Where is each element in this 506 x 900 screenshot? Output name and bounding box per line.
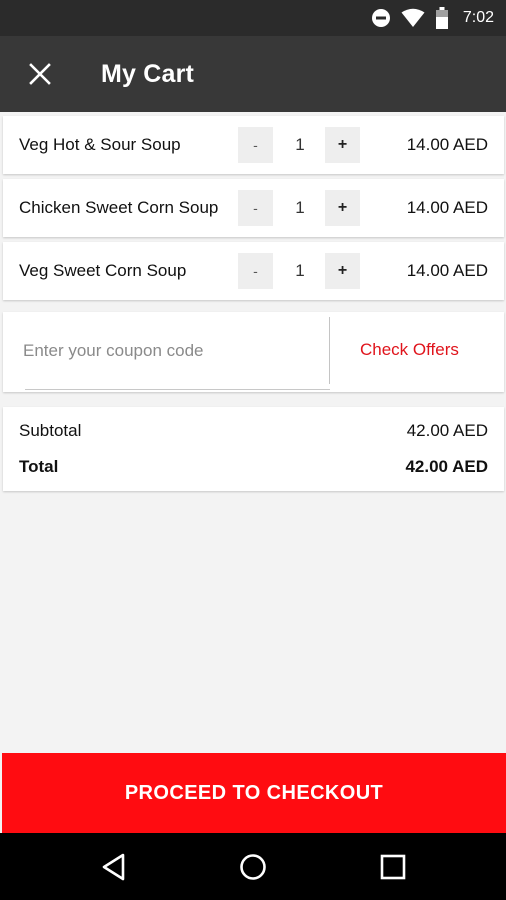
recents-icon — [380, 854, 406, 880]
item-quantity: 1 — [295, 135, 305, 154]
totals-card: Subtotal 42.00 AED Total 42.00 AED — [3, 407, 504, 491]
back-button[interactable] — [94, 847, 134, 887]
do-not-disturb-icon — [371, 8, 391, 28]
decrease-qty-button[interactable]: - — [238, 190, 273, 226]
wifi-icon — [401, 8, 425, 28]
close-button[interactable] — [20, 54, 60, 94]
proceed-to-checkout-button[interactable]: PROCEED TO CHECKOUT — [2, 753, 506, 833]
cart-item-card: Veg Sweet Corn Soup - 1 + 14.00 AED — [3, 242, 504, 300]
decrease-qty-button[interactable]: - — [238, 127, 273, 163]
item-price: 14.00 AED — [406, 261, 488, 280]
battery-icon — [435, 7, 449, 29]
total-value: 42.00 AED — [405, 457, 488, 476]
increase-qty-button[interactable]: + — [325, 190, 360, 226]
cart-item-card: Chicken Sweet Corn Soup - 1 + 14.00 AED — [3, 179, 504, 237]
cart-item-card: Veg Hot & Sour Soup - 1 + 14.00 AED — [3, 116, 504, 174]
item-name: Veg Hot & Sour Soup — [19, 135, 181, 154]
subtotal-value: 42.00 AED — [406, 421, 488, 440]
status-bar: 7:02 — [0, 0, 506, 36]
coupon-input-underline — [25, 389, 330, 390]
item-price: 14.00 AED — [406, 198, 488, 217]
item-quantity: 1 — [295, 261, 305, 280]
cart-item: Chicken Sweet Corn Soup - 1 + 14.00 AED — [3, 179, 504, 237]
cart-item: Veg Hot & Sour Soup - 1 + 14.00 AED — [3, 116, 504, 174]
coupon-divider — [329, 317, 330, 384]
coupon-card: Check Offers — [3, 312, 504, 392]
page-title: My Cart — [101, 59, 195, 88]
subtotal-label: Subtotal — [19, 421, 82, 440]
item-name: Chicken Sweet Corn Soup — [19, 198, 219, 217]
app-bar: My Cart — [0, 36, 506, 112]
check-offers-button[interactable]: Check Offers — [360, 340, 459, 360]
close-icon — [29, 63, 51, 85]
increase-qty-button[interactable]: + — [325, 127, 360, 163]
recents-button[interactable] — [373, 847, 413, 887]
navigation-bar — [0, 833, 506, 900]
cart-item: Veg Sweet Corn Soup - 1 + 14.00 AED — [3, 242, 504, 300]
status-time: 7:02 — [462, 9, 494, 26]
item-quantity: 1 — [295, 198, 305, 217]
coupon-code-input[interactable] — [23, 336, 323, 366]
home-icon — [240, 854, 266, 880]
increase-qty-button[interactable]: + — [325, 253, 360, 289]
home-button[interactable] — [233, 847, 273, 887]
decrease-qty-button[interactable]: - — [238, 253, 273, 289]
item-name: Veg Sweet Corn Soup — [19, 261, 187, 280]
back-icon — [102, 853, 125, 881]
item-price: 14.00 AED — [406, 135, 488, 154]
total-label: Total — [19, 457, 59, 476]
